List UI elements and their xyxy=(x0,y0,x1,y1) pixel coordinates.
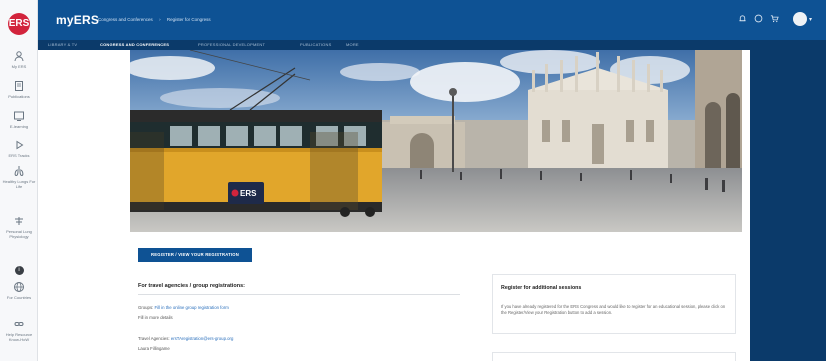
book-icon xyxy=(13,80,25,92)
sidebar-item-label: ERS Tracks xyxy=(8,153,30,158)
top-header: myERS Congress and Conferences › Registe… xyxy=(38,0,826,40)
sidebar-item-label: E-learning xyxy=(9,124,29,129)
page-gutter-left xyxy=(38,50,121,361)
learning-icon xyxy=(13,110,25,122)
lungs-icon xyxy=(13,165,25,177)
group-registration-link[interactable]: Fill in the online group registration fo… xyxy=(155,305,229,310)
travel-line-label: Laura Fillingame xyxy=(138,346,170,351)
additional-sessions-card: Register for additional sessions If you … xyxy=(492,274,736,334)
help-icon[interactable] xyxy=(751,14,767,25)
travel-line-label: Fill in more details xyxy=(138,315,173,320)
avatar[interactable] xyxy=(792,12,807,26)
main-nav: LIBRARY & TV CONGRESS AND CONFERENCES PR… xyxy=(38,40,826,50)
sidebar-item-label: My ERS xyxy=(11,64,27,69)
travel-line-label: Groups: xyxy=(138,305,154,310)
sidebar-item-ers-tracks[interactable]: ERS Tracks xyxy=(0,139,38,158)
sidebar-item-label: Personal Lung Physiology xyxy=(6,229,32,239)
breadcrumb-item: Register for Congress xyxy=(166,17,211,22)
sidebar-item-info[interactable]: i xyxy=(0,266,38,275)
nav-item-library[interactable]: LIBRARY & TV xyxy=(48,42,77,47)
page-gutter-right xyxy=(750,50,826,361)
secondary-card xyxy=(492,352,736,361)
travel-line-label: Travel Agencies: xyxy=(138,336,170,341)
travel-line: Travel Agencies: ersTAregistration@ers-g… xyxy=(138,336,233,341)
card-text: If you have already registered for the E… xyxy=(501,304,726,315)
sidebar-item-publications[interactable]: Publications xyxy=(0,80,38,99)
travel-agency-email-link[interactable]: ersTAregistration@ers-group.org xyxy=(171,336,234,341)
chevron-down-icon[interactable]: ▾ xyxy=(809,16,812,23)
sidebar-item-label: Publications xyxy=(8,94,30,99)
sidebar-item-my-ers[interactable]: My ERS xyxy=(0,50,38,69)
cart-icon[interactable] xyxy=(767,14,783,25)
breadcrumb: Congress and Conferences › Register for … xyxy=(98,17,211,22)
link-icon xyxy=(13,318,25,330)
ers-logo[interactable]: ERS xyxy=(8,13,30,35)
register-button[interactable]: REGISTER / VIEW YOUR REGISTRATION xyxy=(138,248,252,262)
sidebar-item-label: Healthy Lungs For Life xyxy=(2,179,36,189)
travel-heading: For travel agencies / group registration… xyxy=(138,283,245,289)
nav-item-more[interactable]: MORE xyxy=(346,42,359,47)
globe-icon xyxy=(13,281,25,293)
travel-line: Fill in more details xyxy=(138,315,173,320)
sidebar-item-label: Help Resource Know-HoW xyxy=(5,332,33,342)
sidebar-item-healthy-lungs[interactable]: Healthy Lungs For Life xyxy=(0,165,38,189)
tram-badge-text: ERS xyxy=(240,189,257,198)
sidebar-item-label: For Countries xyxy=(6,295,32,300)
divider xyxy=(138,294,460,295)
nav-item-professional[interactable]: PROFESSIONAL DEVELOPMENT xyxy=(198,42,265,47)
sidebar-item-e-learning[interactable]: E-learning xyxy=(0,110,38,129)
bell-icon[interactable] xyxy=(735,14,751,25)
scope-icon xyxy=(13,215,25,227)
sidebar-item-countries[interactable]: For Countries xyxy=(0,281,38,300)
info-icon: i xyxy=(14,266,24,275)
sidebar-item-help[interactable]: Help Resource Know-HoW xyxy=(0,318,38,342)
sidebar-item-lung-physiology[interactable]: Personal Lung Physiology xyxy=(0,215,38,239)
card-title: Register for additional sessions xyxy=(501,285,582,291)
nav-item-publications[interactable]: PUBLICATIONS xyxy=(300,42,331,47)
left-sidebar: ERS My ERS Publications E-learning ERS T… xyxy=(0,0,38,361)
nav-item-congress[interactable]: CONGRESS AND CONFERENCES xyxy=(100,42,169,47)
travel-line: Groups: Fill in the online group registr… xyxy=(138,305,229,310)
travel-line: Laura Fillingame xyxy=(138,346,170,351)
breadcrumb-item[interactable]: Congress and Conferences xyxy=(98,17,153,22)
play-icon xyxy=(13,139,25,151)
profile-icon xyxy=(13,50,25,62)
brand-title[interactable]: myERS xyxy=(56,13,99,27)
header-actions: ▾ xyxy=(735,12,812,26)
hero-image: ERS xyxy=(130,50,742,232)
